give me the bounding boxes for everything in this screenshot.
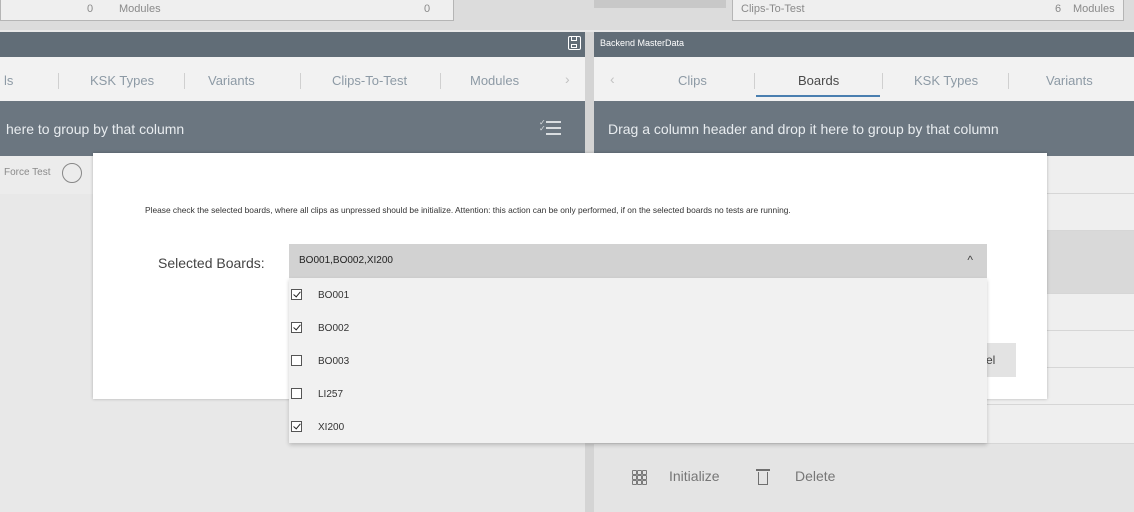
- top-mid-field: [594, 0, 726, 8]
- panel-title: Backend MasterData: [600, 38, 685, 48]
- board-option-label: BO001: [318, 290, 350, 301]
- board-option-label: BO003: [318, 356, 350, 367]
- tab-variants[interactable]: Variants: [208, 73, 255, 88]
- board-option-label: BO002: [318, 323, 350, 334]
- selected-boards-value: BO001,BO002,XI200: [299, 255, 393, 266]
- tab-variants[interactable]: Variants: [1046, 73, 1093, 88]
- active-tab-underline: [756, 95, 880, 97]
- board-option[interactable]: XI200: [289, 410, 987, 443]
- left-count2: 0: [424, 3, 431, 15]
- tab-modules[interactable]: Modules: [470, 73, 519, 88]
- tab-boards-partial[interactable]: ls: [4, 73, 13, 88]
- tab-separator: [440, 73, 441, 89]
- board-option-label: XI200: [318, 422, 345, 433]
- tab-clips[interactable]: Clips: [678, 73, 707, 88]
- tab-clips-to-test[interactable]: Clips-To-Test: [332, 73, 407, 88]
- right-label2: Modules: [1073, 3, 1115, 15]
- group-by-text: Drag a column header and drop it here to…: [608, 121, 999, 137]
- group-by-bar[interactable]: here to group by that column ✓ ✓: [0, 101, 585, 156]
- group-by-text: here to group by that column: [6, 121, 185, 137]
- left-label: Modules: [119, 3, 161, 15]
- left-count: 0: [87, 3, 94, 15]
- selected-boards-label: Selected Boards:: [158, 255, 265, 271]
- tab-ksk-types[interactable]: KSK Types: [914, 73, 978, 88]
- tab-boards[interactable]: Boards: [798, 73, 839, 88]
- filter-icon[interactable]: [62, 163, 82, 183]
- dialog-message: Please check the selected boards, where …: [145, 205, 791, 215]
- right-count: 6: [1055, 3, 1062, 15]
- board-option-label: LI257: [318, 389, 344, 400]
- checkbox[interactable]: [291, 289, 302, 300]
- chevron-up-icon[interactable]: ^: [967, 253, 973, 267]
- cancel-button-label: el: [986, 353, 996, 367]
- board-option[interactable]: BO003: [289, 344, 987, 377]
- top-left-summary: 0 Modules 0: [0, 0, 454, 21]
- cancel-button[interactable]: el: [986, 343, 1016, 377]
- board-option[interactable]: BO001: [289, 278, 987, 311]
- chevron-right-icon[interactable]: ›: [565, 71, 570, 87]
- tab-separator: [300, 73, 301, 89]
- selected-boards-combobox[interactable]: BO001,BO002,XI200 ^: [289, 244, 987, 278]
- left-tabs: ls KSK Types Variants Clips-To-Test Modu…: [0, 57, 585, 101]
- checklist-icon[interactable]: ✓ ✓: [539, 119, 561, 135]
- right-tabs: ‹ Clips Boards KSK Types Variants: [594, 57, 1134, 101]
- board-option[interactable]: LI257: [289, 377, 987, 410]
- tab-separator: [184, 73, 185, 89]
- tab-ksk-types[interactable]: KSK Types: [90, 73, 154, 88]
- top-right-summary: Clips-To-Test 6 Modules: [732, 0, 1124, 21]
- group-by-bar[interactable]: Drag a column header and drop it here to…: [594, 101, 1134, 156]
- right-panel-header: Backend MasterData: [594, 32, 1134, 57]
- checkbox[interactable]: [291, 421, 302, 432]
- force-test-label: Force Test: [4, 167, 51, 178]
- checkbox[interactable]: [291, 322, 302, 333]
- trash-icon[interactable]: [756, 469, 770, 485]
- boards-dropdown-list: BO001 BO002 BO003 LI257 XI200: [289, 278, 987, 443]
- initialize-button[interactable]: Initialize: [669, 468, 720, 484]
- delete-button[interactable]: Delete: [795, 468, 835, 484]
- checkbox[interactable]: [291, 355, 302, 366]
- tab-separator: [754, 73, 755, 89]
- grid-icon[interactable]: [632, 470, 647, 485]
- action-bar: Initialize Delete: [594, 444, 1134, 512]
- tab-separator: [58, 73, 59, 89]
- tab-separator: [1008, 73, 1009, 89]
- tab-separator: [882, 73, 883, 89]
- checkbox[interactable]: [291, 388, 302, 399]
- right-label: Clips-To-Test: [741, 3, 805, 15]
- board-option[interactable]: BO002: [289, 311, 987, 344]
- chevron-left-icon[interactable]: ‹: [610, 71, 615, 87]
- save-icon[interactable]: [568, 36, 581, 50]
- left-panel-header: [0, 32, 585, 57]
